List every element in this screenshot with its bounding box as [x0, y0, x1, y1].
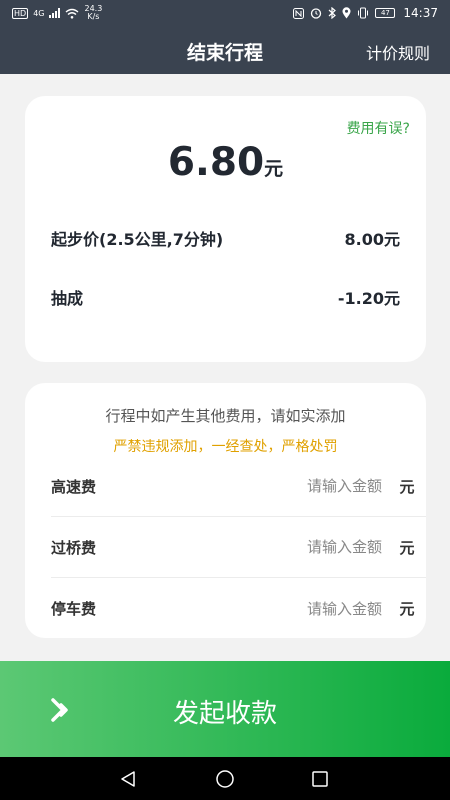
- bridge-fee-unit: 元: [399, 538, 415, 557]
- base-fare-label: 起步价(2.5公里,7分钟): [51, 230, 224, 249]
- network-speed: 24.3 K/s: [84, 5, 102, 21]
- recent-apps-icon[interactable]: [309, 768, 331, 790]
- nfc-icon: [293, 7, 305, 19]
- total-fare-amount: 6.80: [167, 140, 265, 185]
- parking-fee-input[interactable]: [272, 599, 382, 618]
- status-time: 14:37: [403, 6, 438, 20]
- parking-fee-row: 停车费 元: [51, 578, 426, 639]
- fare-summary-card: 费用有误? 6.80元 起步价(2.5公里,7分钟) 8.00元 抽成 -1.2…: [25, 96, 426, 362]
- commission-value: -1.20元: [337, 289, 400, 308]
- alarm-icon: [311, 8, 322, 19]
- title-bar: 结束行程 计价规则: [0, 26, 450, 74]
- location-icon: [342, 7, 351, 19]
- signal-icon: [49, 8, 61, 18]
- wifi-icon: [66, 8, 79, 19]
- pricing-rules-link[interactable]: 计价规则: [366, 40, 430, 64]
- system-nav-bar: [0, 757, 450, 800]
- total-fare: 6.80元: [25, 140, 426, 185]
- vibrate-icon: [358, 7, 369, 19]
- commission-row: 抽成 -1.20元: [51, 285, 400, 309]
- network-type: 4G: [33, 8, 45, 18]
- network-speed-unit: K/s: [87, 12, 100, 21]
- base-fare-row: 起步价(2.5公里,7分钟) 8.00元: [51, 226, 400, 250]
- bluetooth-icon: [329, 7, 337, 19]
- home-icon[interactable]: [214, 768, 236, 790]
- extra-fees-card: 行程中如产生其他费用，请如实添加 严禁违规添加，一经查处，严格处罚 高速费 元 …: [25, 383, 426, 638]
- commission-label: 抽成: [51, 289, 84, 308]
- highway-fee-input[interactable]: [272, 477, 382, 495]
- highway-fee-row: 高速费 元: [51, 456, 426, 517]
- bridge-fee-input[interactable]: [272, 538, 382, 556]
- parking-fee-label: 停车费: [51, 600, 97, 618]
- status-bar: HD 4G 24.3 K/s 47 14:37: [0, 0, 450, 26]
- highway-fee-unit: 元: [399, 477, 415, 496]
- parking-fee-unit: 元: [399, 600, 415, 618]
- bridge-fee-row: 过桥费 元: [51, 517, 426, 578]
- extra-fees-notice: 行程中如产生其他费用，请如实添加: [105, 407, 346, 425]
- highway-fee-label: 高速费: [51, 477, 97, 496]
- fee-error-link[interactable]: 费用有误?: [347, 118, 410, 138]
- bridge-fee-label: 过桥费: [51, 538, 97, 557]
- total-fare-unit: 元: [264, 158, 284, 180]
- start-charge-label: 发起收款: [172, 698, 277, 728]
- base-fare-value: 8.00元: [344, 230, 400, 249]
- extra-fees-warning: 严禁违规添加，一经查处，严格处罚: [113, 439, 338, 455]
- hd-badge: HD: [12, 7, 29, 19]
- battery-icon: 47: [375, 8, 396, 18]
- start-charge-button[interactable]: 发起收款: [0, 661, 450, 757]
- back-icon[interactable]: [118, 768, 140, 790]
